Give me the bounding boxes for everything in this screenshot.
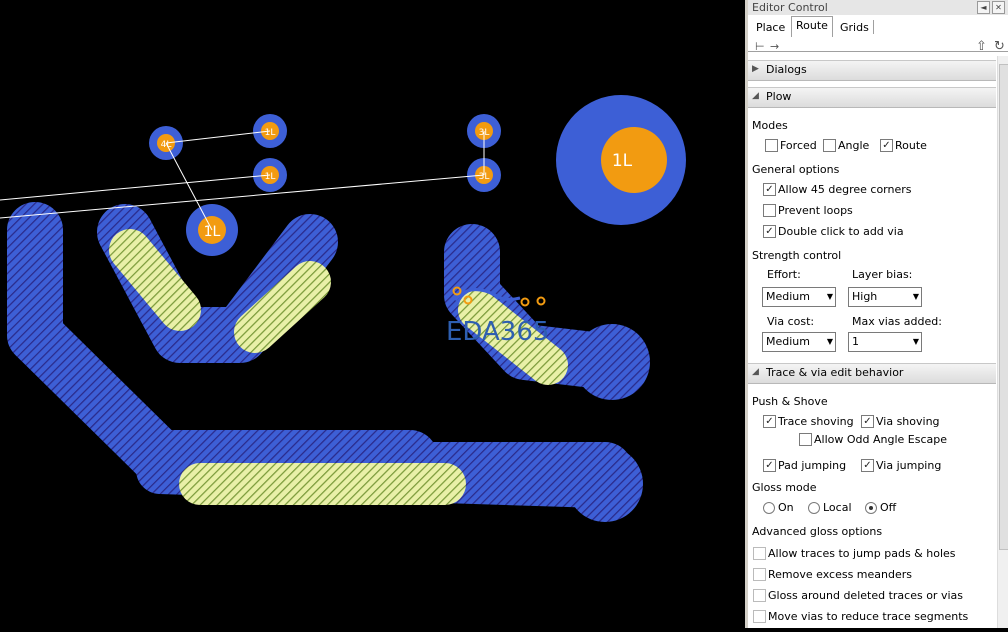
trace-shoving-label: Trace shoving: [778, 415, 854, 428]
max-vias-select[interactable]: 1 ▼: [848, 332, 922, 352]
angle-label: Angle: [838, 139, 870, 152]
move-vias-label: Move vias to reduce trace segments: [768, 610, 969, 623]
via-cost-value: Medium: [766, 335, 810, 348]
via-cost-select[interactable]: Medium ▼: [762, 332, 836, 352]
max-vias-value: 1: [852, 335, 859, 348]
move-vias-checkbox[interactable]: [753, 610, 766, 623]
copper-pad-bottom-right[interactable]: [567, 446, 643, 522]
dropdown-arrow-icon: ▼: [826, 292, 833, 301]
remove-meanders-checkbox[interactable]: [753, 568, 766, 581]
editor-control-panel: Editor Control ◄ ✕ Place Route Grids ⊢ →…: [748, 0, 1008, 628]
help-icon[interactable]: ↻: [994, 39, 1005, 54]
up-arrow-icon[interactable]: ⇧: [976, 39, 987, 54]
via-shoving-label: Via shoving: [876, 415, 940, 428]
section-plow[interactable]: ◢ Plow: [748, 87, 996, 108]
double-click-via-label: Double click to add via: [778, 225, 904, 238]
dropdown-arrow-icon: ▼: [912, 337, 919, 346]
gloss-on-label: On: [778, 501, 794, 514]
prevent-loops-checkbox[interactable]: [763, 204, 776, 217]
pad-jumping-label: Pad jumping: [778, 459, 847, 472]
effort-label: Effort:: [767, 268, 801, 281]
jump-pads-checkbox[interactable]: [753, 547, 766, 560]
route-checkbox[interactable]: [880, 139, 893, 152]
watermark-text: EDA365: [446, 317, 549, 347]
trace-tool-icon[interactable]: →: [770, 40, 779, 53]
max-vias-label: Max vias added:: [852, 315, 942, 328]
gloss-on-radio[interactable]: [763, 502, 775, 514]
panel-title: Editor Control: [752, 1, 828, 14]
expand-icon: ▶: [752, 64, 759, 74]
pin-icon[interactable]: ◄: [977, 1, 990, 14]
pad-label-3: 1L: [265, 172, 276, 182]
allow45-checkbox[interactable]: [763, 183, 776, 196]
scrollbar-thumb[interactable]: [999, 64, 1008, 550]
panel-titlebar: Editor Control ◄ ✕: [748, 0, 1008, 15]
pcb-layout[interactable]: 1L 4L 1L 1L 3L 3L 1L EDA365: [0, 0, 745, 628]
gloss-deleted-checkbox[interactable]: [753, 589, 766, 602]
tab-route[interactable]: Route: [791, 16, 833, 37]
layer-bias-value: High: [852, 290, 878, 303]
layer-bias-select[interactable]: High ▼: [848, 287, 922, 307]
modes-label: Modes: [752, 119, 788, 132]
allow45-label: Allow 45 degree corners: [778, 183, 912, 196]
section-dialogs[interactable]: ▶ Dialogs: [748, 60, 996, 81]
effort-select[interactable]: Medium ▼: [762, 287, 836, 307]
trace-shoving-checkbox[interactable]: [763, 415, 776, 428]
route-label: Route: [895, 139, 927, 152]
panel-scrollbar[interactable]: [997, 56, 1008, 628]
general-options-label: General options: [752, 163, 840, 176]
push-shove-label: Push & Shove: [752, 395, 828, 408]
tab-separator: [873, 20, 874, 34]
forced-label: Forced: [780, 139, 817, 152]
pad-label-1: 4L: [161, 140, 172, 150]
forced-checkbox[interactable]: [765, 139, 778, 152]
tab-place[interactable]: Place: [752, 19, 789, 36]
pad-label-6: 1L: [204, 224, 221, 240]
route-tool-icon[interactable]: ⊢: [755, 40, 765, 53]
gloss-deleted-label: Gloss around deleted traces or vias: [768, 589, 963, 602]
advanced-gloss-label: Advanced gloss options: [752, 525, 883, 538]
collapse-icon: ◢: [752, 367, 759, 377]
section-trace-via-label: Trace & via edit behavior: [766, 366, 904, 379]
gloss-off-label: Off: [880, 501, 897, 514]
section-plow-label: Plow: [766, 90, 792, 103]
gloss-mode-label: Gloss mode: [752, 481, 817, 494]
gloss-local-label: Local: [823, 501, 852, 514]
panel-tabs: Place Route Grids: [748, 15, 1008, 52]
angle-checkbox[interactable]: [823, 139, 836, 152]
via-cost-label: Via cost:: [767, 315, 815, 328]
pad-label-large: 1L: [612, 151, 633, 171]
via-shoving-checkbox[interactable]: [861, 415, 874, 428]
tab-grids[interactable]: Grids: [836, 19, 873, 36]
section-dialogs-label: Dialogs: [766, 63, 807, 76]
layer-bias-label: Layer bias:: [852, 268, 913, 281]
effort-value: Medium: [766, 290, 810, 303]
jump-pads-label: Allow traces to jump pads & holes: [768, 547, 956, 560]
pad-label-2: 1L: [265, 128, 276, 138]
odd-angle-label: Allow Odd Angle Escape: [814, 433, 947, 446]
odd-angle-checkbox[interactable]: [799, 433, 812, 446]
strength-control-label: Strength control: [752, 249, 842, 262]
gloss-local-radio[interactable]: [808, 502, 820, 514]
collapse-icon: ◢: [752, 91, 759, 101]
gloss-off-radio[interactable]: [865, 502, 877, 514]
pad-jumping-checkbox[interactable]: [763, 459, 776, 472]
via-jumping-checkbox[interactable]: [861, 459, 874, 472]
close-icon[interactable]: ✕: [992, 1, 1005, 14]
copper-pad-right[interactable]: [574, 324, 650, 400]
dropdown-arrow-icon: ▼: [912, 292, 919, 301]
dropdown-arrow-icon: ▼: [826, 337, 833, 346]
via-jumping-label: Via jumping: [876, 459, 942, 472]
section-trace-via[interactable]: ◢ Trace & via edit behavior: [748, 363, 996, 384]
remove-meanders-label: Remove excess meanders: [768, 568, 912, 581]
double-click-via-checkbox[interactable]: [763, 225, 776, 238]
pcb-canvas[interactable]: 1L 4L 1L 1L 3L 3L 1L EDA365: [0, 0, 745, 628]
prevent-loops-label: Prevent loops: [778, 204, 853, 217]
